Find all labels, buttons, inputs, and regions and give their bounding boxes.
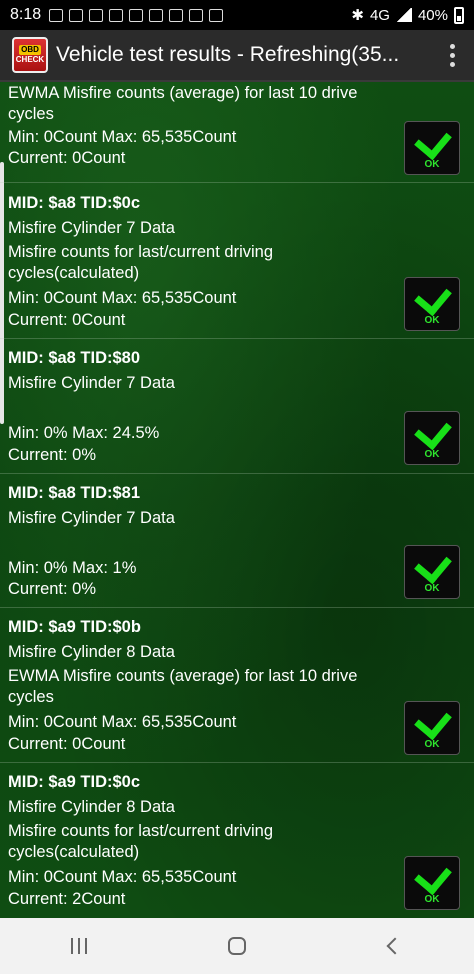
results-list[interactable]: EWMA Misfire counts (average) for last 1… (0, 82, 474, 918)
notification-icon (189, 8, 204, 22)
network-type: 4G (369, 6, 390, 24)
status-label: OK (424, 449, 440, 460)
result-description: EWMA Misfire counts (average) for last 1… (8, 667, 358, 685)
result-mid-tid: MID: $a8 TID:$0c (8, 194, 141, 212)
notification-icon (89, 8, 104, 22)
app-bar: OBD CHECK Vehicle test results - Refresh… (0, 30, 474, 82)
recents-button[interactable] (49, 926, 109, 966)
result-range: Min: 0% Max: 24.5% (8, 424, 160, 442)
list-item[interactable]: MID: $a9 TID:$0b Misfire Cylinder 8 Data… (0, 607, 474, 763)
result-name: Misfire Cylinder 7 Data (8, 219, 175, 237)
result-current: Current: 0% (8, 446, 97, 464)
result-name: Misfire Cylinder 7 Data (8, 374, 175, 392)
recents-icon (71, 938, 87, 954)
result-range: Min: 0Count Max: 65,535Count (8, 289, 237, 307)
system-nav-bar (0, 918, 474, 974)
result-description: Misfire counts for last/current driving (8, 243, 274, 261)
notification-icon (169, 8, 184, 22)
result-current: Current: 0% (8, 580, 97, 598)
result-range: Min: 0Count Max: 65,535Count (8, 868, 237, 886)
list-item[interactable]: MID: $a9 TID:$0c Misfire Cylinder 8 Data… (0, 762, 474, 918)
ok-status-badge: OK (404, 277, 460, 331)
status-label: OK (424, 894, 440, 905)
obd-check-logo-icon: OBD CHECK (12, 37, 48, 73)
ok-status-badge: OK (404, 701, 460, 755)
result-mid-tid: MID: $a8 TID:$80 (8, 349, 141, 367)
notification-icon (49, 8, 64, 22)
battery-icon (454, 6, 464, 24)
battery-percent: 40% (417, 6, 448, 24)
ok-status-badge: OK (404, 545, 460, 599)
status-label: OK (424, 315, 440, 326)
notification-icon (129, 8, 144, 22)
status-label: OK (424, 739, 440, 750)
result-current: Current: 0Count (8, 311, 126, 329)
result-name: Misfire Cylinder 8 Data (8, 798, 175, 816)
bluetooth-icon: ✱ (351, 7, 364, 24)
overflow-menu-icon[interactable] (440, 35, 464, 75)
result-name: Misfire Cylinder 7 Data (8, 509, 175, 527)
ok-status-badge: OK (404, 411, 460, 465)
checkmark-icon (414, 856, 452, 896)
home-button[interactable] (207, 926, 267, 966)
result-description-cont: cycles(calculated) (8, 843, 140, 861)
home-icon (228, 937, 246, 955)
list-item[interactable]: MID: $a8 TID:$0c Misfire Cylinder 7 Data… (0, 183, 474, 339)
result-description-cont: cycles (8, 688, 54, 706)
ok-status-badge: OK (404, 856, 460, 910)
notification-icons (49, 8, 224, 22)
result-mid-tid: MID: $a9 TID:$0b (8, 618, 141, 636)
checkmark-icon (414, 277, 452, 317)
checkmark-icon (414, 545, 452, 585)
list-item[interactable]: MID: $a8 TID:$81 Misfire Cylinder 7 Data… (0, 473, 474, 608)
back-button[interactable] (365, 926, 425, 966)
list-item[interactable]: EWMA Misfire counts (average) for last 1… (0, 82, 474, 183)
list-item[interactable]: MID: $a8 TID:$80 Misfire Cylinder 7 Data… (0, 338, 474, 474)
result-range: Min: 0Count Max: 65,535Count (8, 128, 237, 146)
status-bar: 8:18 ✱ 4G 40% (0, 0, 474, 30)
notification-icon (109, 8, 124, 22)
result-current: Current: 0Count (8, 149, 126, 167)
notification-icon (69, 8, 84, 22)
result-description-cont: cycles(calculated) (8, 264, 140, 282)
status-label: OK (424, 159, 440, 170)
signal-icon (395, 8, 412, 22)
checkmark-icon (414, 701, 452, 741)
result-description: Misfire counts for last/current driving (8, 822, 274, 840)
status-time: 8:18 (10, 6, 42, 23)
result-current: Current: 2Count (8, 890, 126, 908)
result-description: EWMA Misfire counts (average) for last 1… (8, 84, 358, 102)
page-title: Vehicle test results - Refreshing(35... (56, 43, 400, 66)
ok-status-badge: OK (404, 121, 460, 175)
result-range: Min: 0Count Max: 65,535Count (8, 713, 237, 731)
notification-icon (209, 8, 224, 22)
back-icon (386, 937, 404, 955)
notification-icon (149, 8, 164, 22)
result-range: Min: 0% Max: 1% (8, 559, 137, 577)
status-right: ✱ 4G 40% (351, 6, 464, 24)
result-current: Current: 0Count (8, 735, 126, 753)
result-mid-tid: MID: $a8 TID:$81 (8, 484, 141, 502)
result-mid-tid: MID: $a9 TID:$0c (8, 773, 141, 791)
status-label: OK (424, 583, 440, 594)
checkmark-icon (414, 411, 452, 451)
result-name: Misfire Cylinder 8 Data (8, 643, 175, 661)
checkmark-icon (414, 121, 452, 161)
result-description-cont: cycles (8, 105, 54, 123)
